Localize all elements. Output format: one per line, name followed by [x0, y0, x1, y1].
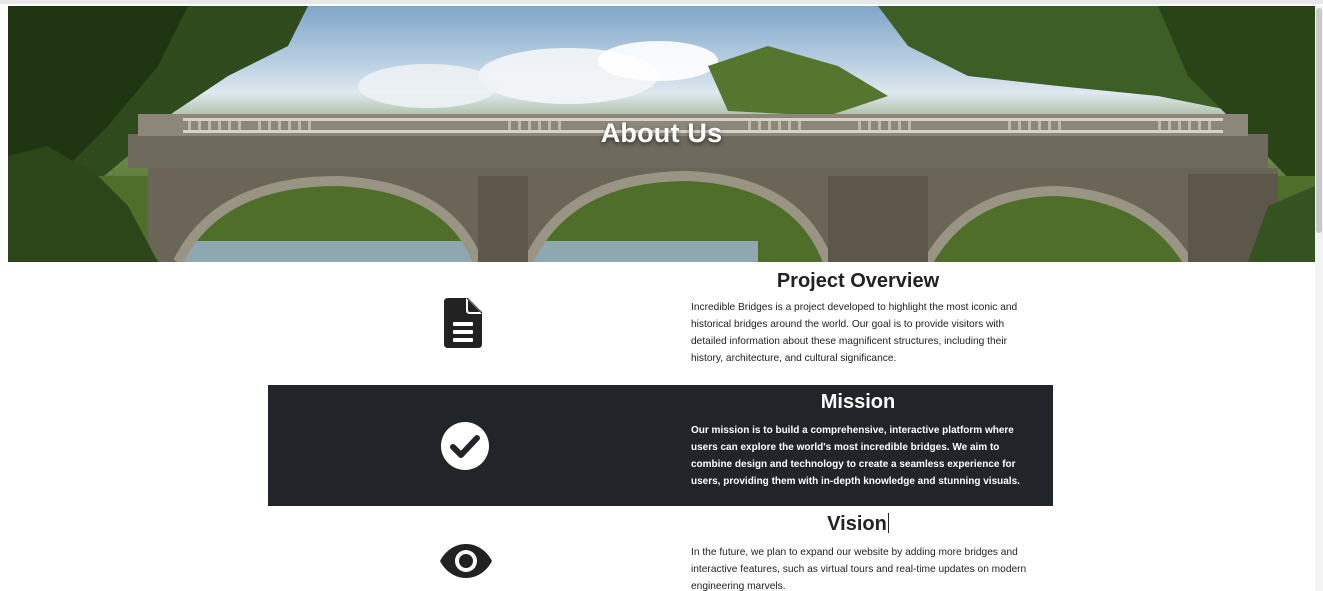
- section-text: Incredible Bridges is a project develope…: [691, 302, 1018, 364]
- hero-banner: About Us: [8, 6, 1315, 262]
- section-text: Our mission is to build a comprehensive,…: [691, 425, 1020, 487]
- section-heading: Project Overview: [776, 270, 940, 292]
- section-heading-text: Vision: [827, 513, 887, 535]
- check-circle-icon: [441, 422, 489, 475]
- section-text: In the future, we plan to expand our web…: [691, 547, 1027, 591]
- section-vision: Vision In the future, we plan to expand …: [268, 507, 1053, 591]
- vertical-scrollbar[interactable]: [1315, 6, 1323, 591]
- section-heading: Mission: [820, 391, 896, 413]
- text-cursor: [887, 513, 889, 533]
- browser-top-border: [0, 0, 1323, 4]
- section-project-overview: Project Overview Incredible Bridges is a…: [268, 262, 1053, 384]
- section-heading: Vision: [678, 513, 1038, 536]
- scrollbar-thumb[interactable]: [1316, 8, 1322, 233]
- document-icon: [444, 298, 484, 353]
- page-title: About Us: [600, 118, 723, 148]
- section-mission: Mission Our mission is to build a compre…: [268, 385, 1053, 506]
- eye-icon: [439, 543, 493, 584]
- about-page: About Us Project Overview Incredible Bri…: [0, 0, 1323, 591]
